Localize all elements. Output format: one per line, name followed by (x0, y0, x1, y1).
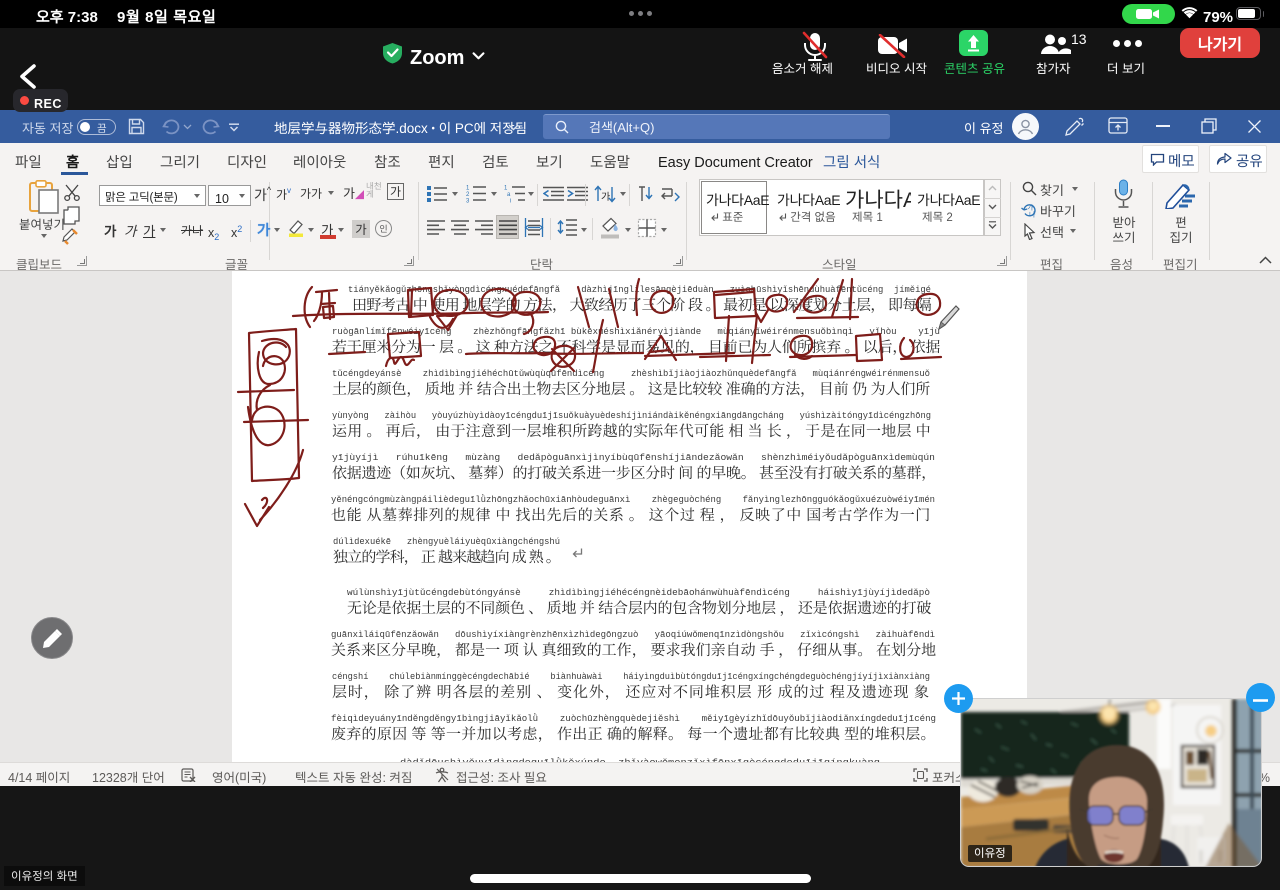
svg-text:나: 나 (1029, 210, 1036, 218)
svg-text:i: i (510, 199, 511, 204)
svg-text:1: 1 (504, 186, 508, 192)
svg-text:a: a (507, 192, 511, 198)
svg-text:3: 3 (466, 199, 470, 204)
svg-text:가: 가 (601, 188, 610, 203)
svg-text:1: 1 (466, 186, 470, 192)
svg-text:2: 2 (466, 192, 470, 198)
